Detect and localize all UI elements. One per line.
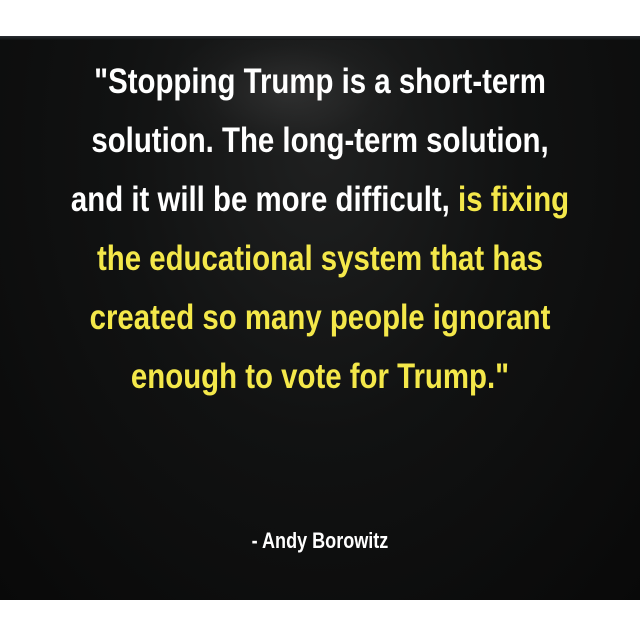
quote-line-6: enough to vote for Trump." (130, 357, 510, 396)
quote-line-3: and it will be more difficult, is fixing (60, 170, 581, 229)
quote-text: "Stopping Trump is a short-term solution… (60, 52, 581, 406)
quote-line-3-white: and it will be more difficult, (70, 180, 459, 219)
quote-line-2: solution. The long-term solution, (91, 121, 549, 160)
quote-line-1: "Stopping Trump is a short-term (94, 62, 546, 101)
quote-line-3-yellow: is fixing (458, 180, 570, 219)
quote-attribution: - Andy Borowitz (251, 528, 389, 553)
quote-line-4: the educational system that has (96, 239, 544, 278)
photo-frame: "Stopping Trump is a short-term solution… (0, 0, 640, 640)
quote-line-5: created so many people ignorant (89, 298, 551, 337)
